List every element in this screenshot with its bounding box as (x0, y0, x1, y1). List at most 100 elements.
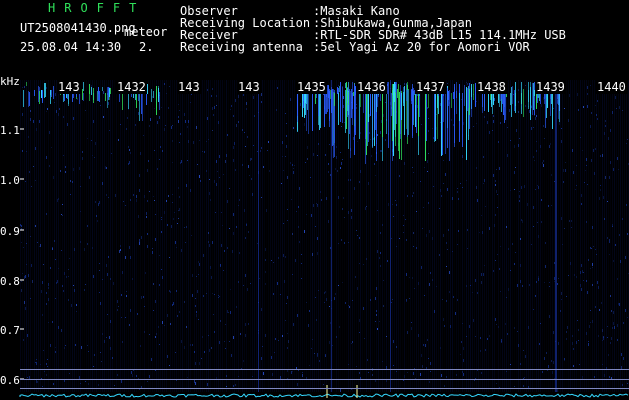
noise-speckle (439, 254, 440, 256)
noise-streak (572, 80, 573, 392)
noise-speckle (367, 359, 368, 361)
noise-speckle (376, 310, 377, 312)
noise-speckle (424, 295, 425, 296)
noise-speckle (377, 134, 378, 136)
noise-speckle (207, 383, 208, 386)
noise-speckle (114, 385, 115, 386)
noise-speckle (585, 170, 586, 171)
noise-speckle (329, 144, 330, 145)
noise-streak (326, 80, 327, 392)
noise-speckle (202, 336, 203, 338)
noise-speckle (430, 371, 431, 372)
noise-speckle (477, 199, 478, 202)
noise-speckle (26, 243, 27, 244)
noise-speckle (392, 204, 393, 205)
noise-speckle (180, 162, 181, 164)
noise-speckle (179, 196, 180, 198)
noise-speckle (359, 319, 360, 322)
noise-speckle (226, 375, 227, 377)
noise-speckle (551, 205, 552, 206)
noise-speckle (51, 147, 52, 148)
noise-speckle (343, 105, 344, 108)
noise-speckle (356, 230, 357, 231)
noise-streak (546, 80, 547, 392)
noise-speckle (475, 279, 476, 282)
noise-speckle (225, 324, 226, 325)
noise-speckle (540, 323, 541, 324)
noise-speckle (518, 101, 519, 103)
noise-speckle (470, 285, 471, 286)
echo-streak (156, 86, 157, 115)
noise-speckle (261, 197, 262, 198)
noise-speckle (444, 385, 445, 387)
noise-speckle (590, 310, 591, 311)
noise-streak (494, 80, 495, 392)
noise-streak (524, 80, 525, 392)
noise-speckle (184, 346, 185, 349)
noise-speckle (341, 126, 342, 127)
noise-speckle (466, 180, 467, 181)
noise-speckle (26, 264, 27, 265)
noise-streak (380, 80, 381, 392)
noise-speckle (265, 259, 266, 261)
noise-speckle (99, 263, 100, 264)
file-name: UT2508041430.png (20, 21, 136, 35)
noise-speckle (485, 349, 486, 351)
noise-speckle (293, 127, 294, 129)
noise-speckle (383, 305, 384, 307)
noise-streak (570, 80, 571, 392)
noise-speckle (421, 124, 422, 125)
noise-speckle (35, 225, 36, 227)
noise-speckle (500, 246, 501, 247)
noise-speckle (257, 243, 258, 244)
noise-streak (266, 80, 267, 392)
noise-speckle (355, 276, 356, 278)
echo-streak (350, 91, 351, 158)
noise-speckle (219, 155, 220, 158)
noise-speckle (341, 162, 342, 165)
noise-speckle (376, 314, 377, 316)
noise-speckle (120, 124, 121, 125)
noise-speckle (129, 324, 130, 326)
noise-streak (78, 80, 79, 392)
noise-speckle (64, 347, 65, 349)
noise-speckle (416, 211, 417, 212)
noise-streak (250, 80, 251, 392)
noise-speckle (35, 362, 36, 363)
noise-speckle (494, 98, 495, 101)
noise-speckle (154, 150, 155, 151)
noise-streak (292, 80, 293, 392)
noise-speckle (43, 264, 44, 265)
echo-streak (51, 90, 52, 97)
noise-speckle (212, 88, 213, 90)
noise-speckle (316, 319, 317, 321)
noise-speckle (162, 150, 163, 152)
noise-speckle (463, 359, 464, 362)
noise-speckle (194, 351, 195, 353)
noise-speckle (179, 110, 180, 111)
noise-speckle (195, 382, 196, 385)
noise-speckle (317, 353, 318, 356)
noise-speckle (27, 377, 28, 378)
noise-speckle (42, 281, 43, 284)
noise-speckle (219, 341, 220, 344)
noise-speckle (49, 131, 50, 134)
noise-speckle (143, 296, 144, 298)
noise-speckle (369, 132, 370, 134)
noise-streak (488, 80, 489, 392)
noise-speckle (380, 131, 381, 134)
noise-speckle (232, 250, 233, 253)
noise-speckle (571, 220, 572, 222)
noise-speckle (68, 269, 69, 270)
noise-streak (330, 80, 331, 392)
noise-speckle (282, 141, 283, 144)
noise-speckle (243, 94, 244, 96)
noise-speckle (529, 284, 530, 286)
echo-streak (44, 83, 45, 98)
noise-speckle (36, 362, 37, 365)
noise-streak (214, 80, 215, 392)
echo-streak (368, 93, 369, 122)
noise-speckle (495, 260, 496, 261)
noise-streak (224, 80, 225, 392)
noise-speckle (413, 232, 414, 234)
